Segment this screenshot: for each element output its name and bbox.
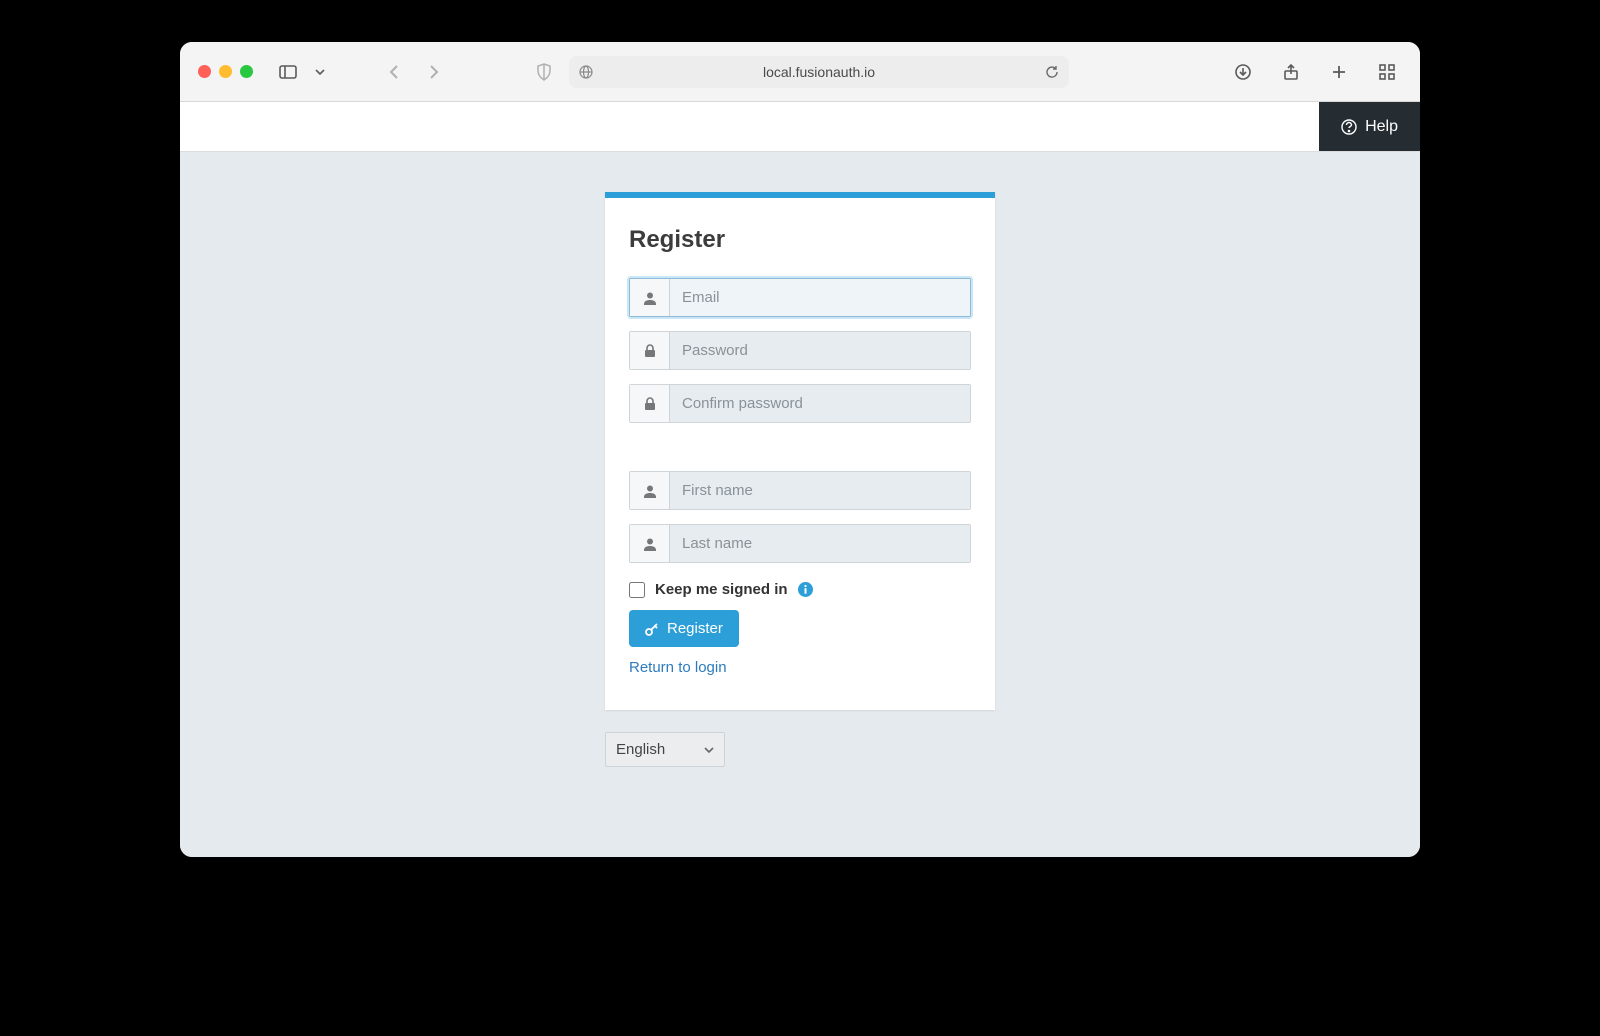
keep-signed-row[interactable]: Keep me signed in: [629, 581, 971, 598]
email-field-row: [629, 278, 971, 317]
firstname-field-row: [629, 471, 971, 510]
page-title: Register: [629, 226, 971, 254]
share-icon[interactable]: [1276, 57, 1306, 87]
page-top-bar: Help: [180, 102, 1420, 152]
browser-window: local.fusionauth.io Help: [180, 42, 1420, 857]
confirm-password-field-row: [629, 384, 971, 423]
globe-icon: [579, 65, 593, 79]
lastname-input[interactable]: [670, 525, 970, 562]
email-input[interactable]: [670, 279, 970, 316]
downloads-icon[interactable]: [1228, 57, 1258, 87]
help-label: Help: [1365, 118, 1398, 136]
lastname-field-row: [629, 524, 971, 563]
password-field-row: [629, 331, 971, 370]
close-window-button[interactable]: [198, 65, 211, 78]
language-selected: English: [616, 741, 665, 758]
language-select[interactable]: English: [605, 732, 725, 767]
url-text: local.fusionauth.io: [763, 64, 875, 80]
firstname-input[interactable]: [670, 472, 970, 509]
chevron-down-icon[interactable]: [305, 57, 335, 87]
address-bar[interactable]: local.fusionauth.io: [569, 56, 1069, 88]
keep-signed-label: Keep me signed in: [655, 581, 788, 598]
key-icon: [645, 622, 659, 636]
return-to-login-link[interactable]: Return to login: [629, 659, 971, 676]
new-tab-icon[interactable]: [1324, 57, 1354, 87]
user-icon: [630, 279, 670, 316]
lock-icon: [630, 385, 670, 422]
user-icon: [630, 472, 670, 509]
password-input[interactable]: [670, 332, 970, 369]
window-controls: [198, 65, 253, 78]
forward-button[interactable]: [419, 57, 449, 87]
maximize-window-button[interactable]: [240, 65, 253, 78]
help-button[interactable]: Help: [1319, 102, 1420, 151]
help-icon: [1341, 119, 1357, 135]
reload-icon[interactable]: [1045, 65, 1059, 79]
register-button-label: Register: [667, 620, 723, 637]
page-body: Register: [180, 152, 1420, 857]
register-card: Register: [605, 192, 995, 710]
minimize-window-button[interactable]: [219, 65, 232, 78]
sidebar-toggle-icon[interactable]: [273, 57, 303, 87]
user-icon: [630, 525, 670, 562]
register-button[interactable]: Register: [629, 610, 739, 647]
lock-icon: [630, 332, 670, 369]
chevron-down-icon: [704, 745, 714, 755]
shield-icon[interactable]: [529, 57, 559, 87]
keep-signed-checkbox[interactable]: [629, 582, 645, 598]
tabs-overview-icon[interactable]: [1372, 57, 1402, 87]
info-icon[interactable]: [798, 582, 813, 597]
confirm-password-input[interactable]: [670, 385, 970, 422]
back-button[interactable]: [379, 57, 409, 87]
browser-toolbar: local.fusionauth.io: [180, 42, 1420, 102]
